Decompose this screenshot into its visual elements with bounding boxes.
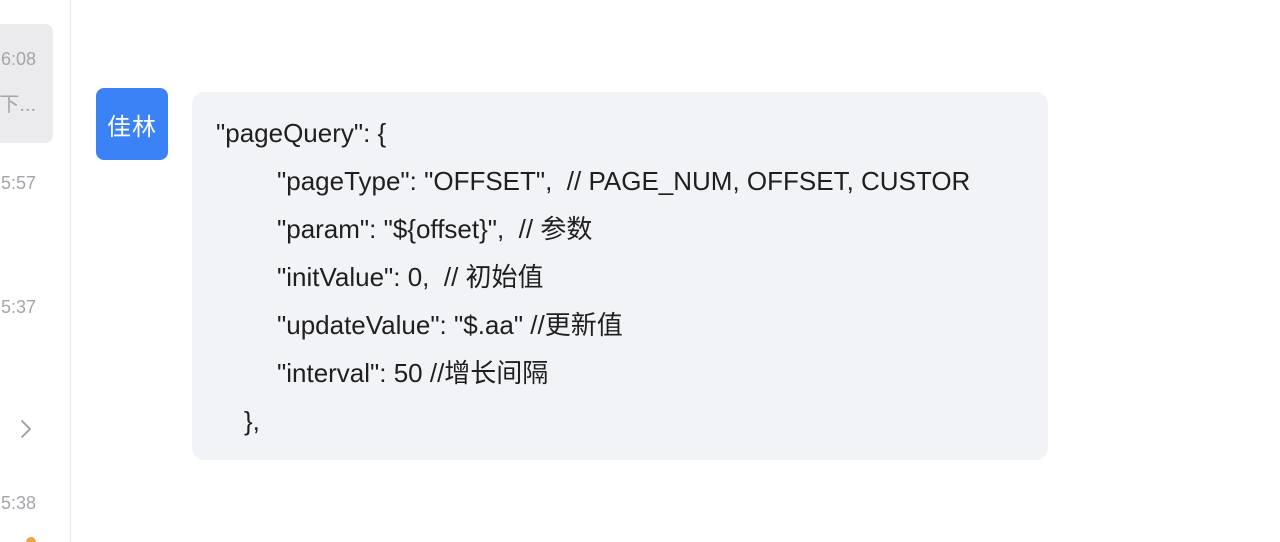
conversation-time: 5:37 — [0, 297, 36, 317]
code-line: "updateValue": "$.aa" //更新值 — [277, 310, 623, 340]
chevron-right-icon[interactable] — [16, 418, 38, 440]
code-line: "pageQuery": { — [216, 118, 387, 148]
sender-avatar[interactable]: 佳林 — [96, 88, 168, 160]
conversation-time: 5:38 — [0, 493, 36, 513]
message-bubble[interactable]: "pageQuery": { "pageType": "OFFSET", // … — [192, 92, 1048, 460]
code-line: "pageType": "OFFSET", // PAGE_NUM, OFFSE… — [277, 166, 971, 196]
conversation-time: 5:57 — [0, 173, 36, 193]
unread-dot — [26, 537, 36, 542]
code-line: "initValue": 0, // 初始值 — [277, 262, 544, 292]
chat-window: 6:08 下... 5:57 5:37 5:38 佳林 "pageQuery":… — [0, 0, 1280, 542]
pane-divider — [70, 0, 71, 542]
code-line: "param": "${offset}", // 参数 — [277, 214, 593, 244]
conversation-item-active[interactable] — [0, 24, 53, 143]
conversation-list: 6:08 下... 5:57 5:37 5:38 — [0, 0, 70, 542]
code-line: "interval": 50 //增长间隔 — [277, 358, 549, 388]
conversation-snippet: 下... — [0, 94, 36, 116]
code-line: }, — [244, 406, 260, 436]
conversation-time: 6:08 — [0, 49, 36, 69]
